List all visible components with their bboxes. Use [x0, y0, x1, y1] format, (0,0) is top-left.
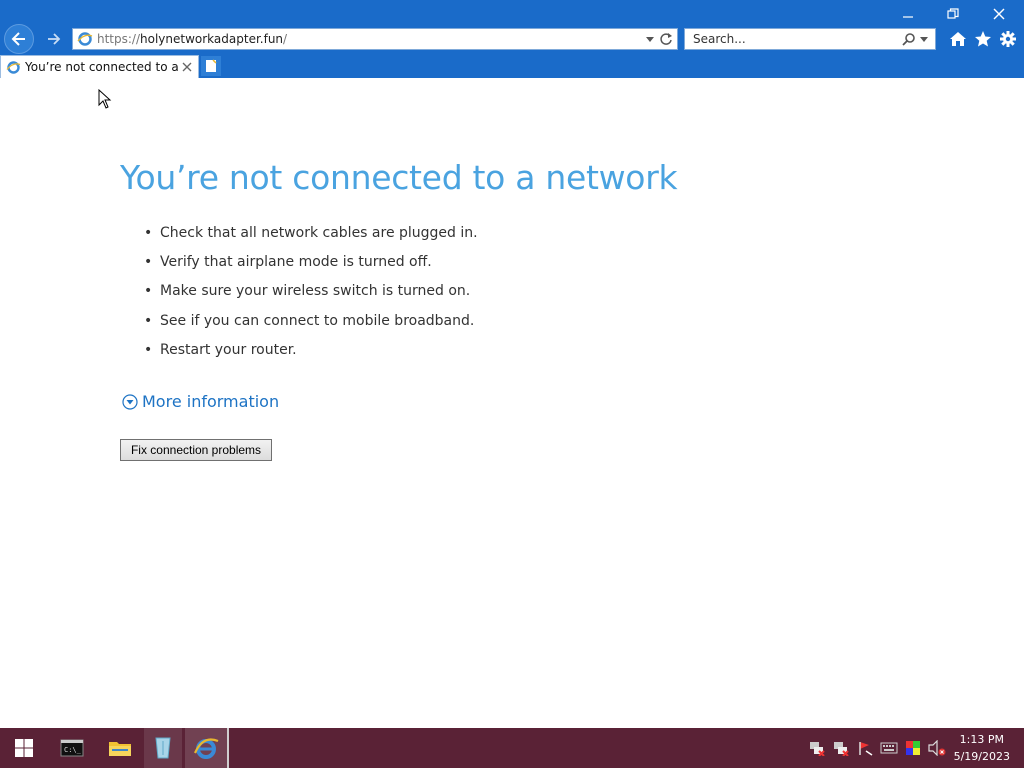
tab-label: You’re not connected to a n...	[25, 60, 180, 74]
troubleshooting-tips-list: Check that all network cables are plugge…	[144, 221, 478, 367]
close-button[interactable]	[985, 4, 1013, 24]
ie-tab-icon	[6, 60, 21, 75]
system-clock[interactable]: 1:13 PM 5/19/2023	[954, 731, 1010, 765]
list-item: See if you can connect to mobile broadba…	[144, 309, 478, 338]
page-title: You’re not connected to a network	[120, 158, 678, 197]
ie-page-icon	[77, 31, 93, 47]
back-button[interactable]	[4, 24, 34, 54]
mouse-cursor-icon	[98, 88, 112, 113]
network-disconnected-icon[interactable]	[809, 740, 825, 756]
restore-icon	[947, 8, 959, 19]
keyboard-icon[interactable]	[880, 740, 898, 756]
taskbar-file-explorer[interactable]	[96, 728, 144, 768]
home-button[interactable]	[948, 29, 968, 49]
taskbar-internet-explorer[interactable]	[185, 728, 229, 768]
favorites-star-icon	[975, 31, 991, 47]
forward-button[interactable]	[40, 25, 68, 53]
recycle-bin-icon	[155, 737, 171, 759]
list-item: Verify that airplane mode is turned off.	[144, 250, 478, 279]
browser-titlebar: https://holynetworkadapter.fun/ Search..…	[0, 0, 1024, 78]
minimize-icon	[903, 16, 913, 18]
new-tab-button[interactable]	[201, 56, 221, 76]
svg-text:C:\_: C:\_	[64, 746, 82, 754]
address-bar[interactable]: https://holynetworkadapter.fun/	[72, 28, 678, 50]
new-tab-icon	[206, 59, 217, 72]
list-item: Check that all network cables are plugge…	[144, 221, 478, 250]
tab-close-icon[interactable]	[182, 62, 192, 72]
clock-date: 5/19/2023	[953, 750, 1010, 763]
forward-arrow-icon	[48, 33, 61, 45]
minimize-button[interactable]	[894, 4, 922, 24]
command-prompt-icon: C:\_	[60, 739, 84, 757]
list-item: Make sure your wireless switch is turned…	[144, 279, 478, 308]
taskbar-recycle-bin[interactable]	[144, 728, 182, 768]
tab-active[interactable]: You’re not connected to a n...	[0, 55, 199, 78]
taskbar-command-prompt[interactable]: C:\_	[48, 728, 96, 768]
search-input[interactable]	[691, 31, 895, 47]
close-icon	[993, 8, 1005, 20]
search-box[interactable]	[684, 28, 936, 50]
more-information-link[interactable]: More information	[122, 392, 279, 411]
fix-connection-problems-button[interactable]: Fix connection problems	[120, 439, 272, 461]
home-icon	[950, 32, 966, 46]
windows-logo-icon	[15, 739, 33, 757]
internet-explorer-icon	[193, 738, 219, 759]
security-flag-icon[interactable]	[857, 740, 873, 756]
start-button[interactable]	[0, 728, 48, 768]
list-item: Restart your router.	[144, 338, 478, 367]
search-icon[interactable]	[902, 32, 916, 46]
address-url: https://holynetworkadapter.fun/	[97, 32, 288, 46]
refresh-icon[interactable]	[659, 32, 673, 46]
restore-button[interactable]	[939, 4, 967, 24]
more-information-label: More information	[142, 392, 280, 411]
back-arrow-icon	[11, 32, 25, 46]
settings-button[interactable]	[998, 29, 1018, 49]
settings-gear-icon	[1000, 31, 1016, 47]
clock-time: 1:13 PM	[959, 733, 1004, 746]
favorites-button[interactable]	[973, 29, 993, 49]
volume-muted-icon[interactable]	[928, 740, 946, 756]
folder-icon	[109, 742, 131, 756]
display-color-icon[interactable]	[905, 740, 921, 756]
expand-chevron-icon	[122, 393, 138, 410]
network-adapter-icon[interactable]	[833, 740, 849, 756]
search-dropdown-icon[interactable]	[919, 34, 929, 44]
address-dropdown-icon[interactable]	[645, 34, 655, 44]
